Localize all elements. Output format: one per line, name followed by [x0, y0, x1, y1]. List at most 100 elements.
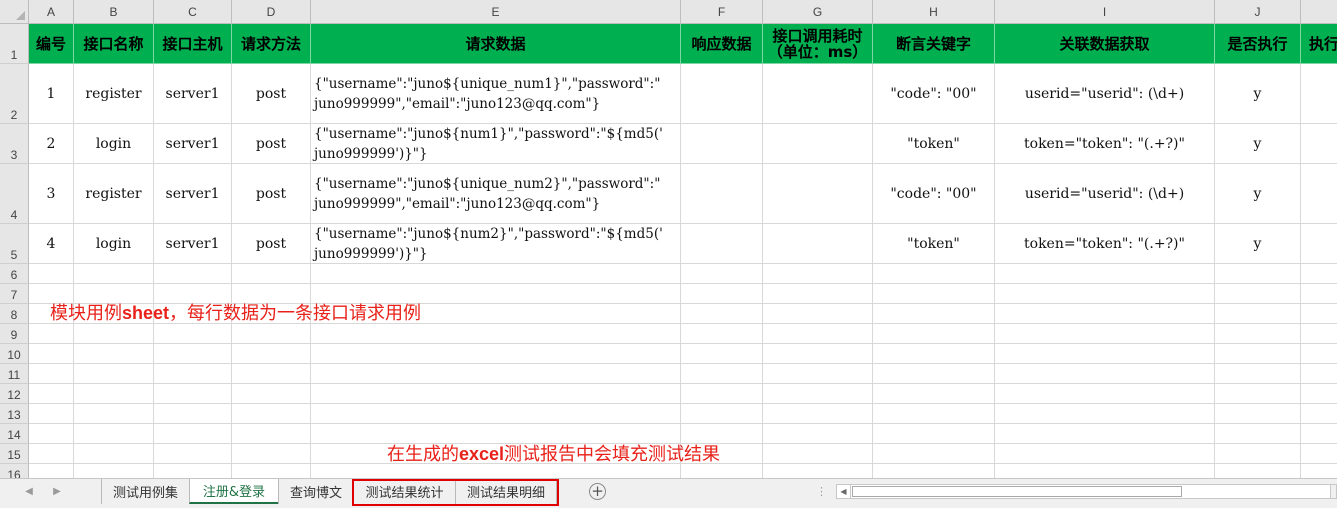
scroll-left-icon[interactable]: ◀	[837, 485, 851, 498]
vertical-dots-icon[interactable]: ⋮	[816, 485, 827, 498]
request-data-cell[interactable]: {"username":"juno${unique_num2}","passwo…	[311, 164, 681, 224]
empty-cell[interactable]	[873, 404, 995, 424]
sheet-tab-query-blog[interactable]: 查询博文	[278, 479, 353, 504]
scroll-right-icon[interactable]	[1330, 485, 1336, 498]
empty-cell[interactable]	[154, 444, 232, 464]
data-cell[interactable]	[681, 164, 763, 224]
empty-cell[interactable]	[311, 464, 681, 478]
empty-cell[interactable]	[763, 364, 873, 384]
data-cell[interactable]: "code": "00"	[873, 64, 995, 124]
row-header-16[interactable]: 16	[0, 464, 29, 478]
empty-cell[interactable]	[311, 404, 681, 424]
empty-cell[interactable]	[681, 284, 763, 304]
empty-cell[interactable]	[232, 464, 311, 478]
data-cell[interactable]: server1	[154, 64, 232, 124]
empty-cell[interactable]	[1301, 404, 1337, 424]
empty-cell[interactable]	[1301, 424, 1337, 444]
empty-cell[interactable]	[995, 264, 1215, 284]
empty-cell[interactable]	[1301, 324, 1337, 344]
column-header-k[interactable]	[1301, 0, 1337, 24]
header-cell-api-name[interactable]: 接口名称	[74, 24, 154, 64]
empty-cell[interactable]	[74, 324, 154, 344]
empty-cell[interactable]	[1301, 344, 1337, 364]
empty-cell[interactable]	[681, 364, 763, 384]
empty-cell[interactable]	[311, 324, 681, 344]
column-header-j[interactable]: J	[1215, 0, 1301, 24]
empty-cell[interactable]	[995, 404, 1215, 424]
data-cell[interactable]: login	[74, 124, 154, 164]
empty-cell[interactable]	[995, 344, 1215, 364]
empty-cell[interactable]	[763, 384, 873, 404]
row-header-4[interactable]: 4	[0, 164, 29, 224]
empty-cell[interactable]	[311, 364, 681, 384]
chevron-left-icon[interactable]: ◀	[22, 485, 36, 499]
empty-cell[interactable]	[1215, 404, 1301, 424]
empty-cell[interactable]	[29, 404, 74, 424]
sheet-tab-test-suite[interactable]: 测试用例集	[101, 479, 189, 504]
empty-cell[interactable]	[763, 344, 873, 364]
empty-cell[interactable]	[763, 464, 873, 478]
header-cell-assert-keyword[interactable]: 断言关键字	[873, 24, 995, 64]
row-header-3[interactable]: 3	[0, 124, 29, 164]
empty-cell[interactable]	[74, 464, 154, 478]
data-cell[interactable]	[763, 124, 873, 164]
data-cell[interactable]: y	[1215, 64, 1301, 124]
data-cell[interactable]: login	[74, 224, 154, 264]
column-header-b[interactable]: B	[74, 0, 154, 24]
empty-cell[interactable]	[1301, 264, 1337, 284]
data-cell[interactable]: register	[74, 64, 154, 124]
empty-cell[interactable]	[873, 324, 995, 344]
empty-cell[interactable]	[681, 264, 763, 284]
empty-cell[interactable]	[763, 404, 873, 424]
empty-cell[interactable]	[232, 424, 311, 444]
empty-cell[interactable]	[1215, 384, 1301, 404]
data-cell[interactable]: "token"	[873, 124, 995, 164]
empty-cell[interactable]	[154, 264, 232, 284]
data-cell[interactable]: token="token": "(.+?)"	[995, 224, 1215, 264]
empty-cell[interactable]	[311, 264, 681, 284]
empty-cell[interactable]	[995, 464, 1215, 478]
empty-cell[interactable]	[1215, 424, 1301, 444]
data-cell[interactable]: server1	[154, 224, 232, 264]
empty-cell[interactable]	[995, 364, 1215, 384]
data-cell[interactable]: "token"	[873, 224, 995, 264]
empty-cell[interactable]	[1215, 284, 1301, 304]
empty-cell[interactable]	[154, 404, 232, 424]
request-data-cell[interactable]: {"username":"juno${unique_num1}","passwo…	[311, 64, 681, 124]
empty-cell[interactable]	[1301, 384, 1337, 404]
row-header-10[interactable]: 10	[0, 344, 29, 364]
data-cell[interactable]: 2	[29, 124, 74, 164]
empty-cell[interactable]	[29, 424, 74, 444]
row-header-7[interactable]: 7	[0, 284, 29, 304]
data-cell[interactable]	[763, 224, 873, 264]
empty-cell[interactable]	[681, 464, 763, 478]
select-all-corner[interactable]	[0, 0, 29, 24]
empty-cell[interactable]	[873, 464, 995, 478]
empty-cell[interactable]	[681, 304, 763, 324]
request-data-cell[interactable]: {"username":"juno${num1}","password":"${…	[311, 124, 681, 164]
header-cell-execute-flag[interactable]: 是否执行	[1215, 24, 1301, 64]
empty-cell[interactable]	[995, 424, 1215, 444]
empty-cell[interactable]	[74, 364, 154, 384]
data-cell[interactable]: server1	[154, 164, 232, 224]
header-cell-execute-result[interactable]: 执行	[1301, 24, 1337, 64]
empty-cell[interactable]	[74, 444, 154, 464]
data-cell[interactable]	[763, 64, 873, 124]
row-header-5[interactable]: 5	[0, 224, 29, 264]
data-cell[interactable]: post	[232, 224, 311, 264]
empty-cell[interactable]	[1215, 464, 1301, 478]
data-cell[interactable]	[763, 164, 873, 224]
row-header-12[interactable]: 12	[0, 384, 29, 404]
empty-cell[interactable]	[232, 404, 311, 424]
data-cell[interactable]: y	[1215, 124, 1301, 164]
empty-cell[interactable]	[763, 444, 873, 464]
empty-cell[interactable]	[1301, 444, 1337, 464]
plus-circle-icon[interactable]: +	[589, 483, 606, 500]
empty-cell[interactable]	[29, 324, 74, 344]
empty-cell[interactable]	[681, 344, 763, 364]
empty-cell[interactable]	[154, 424, 232, 444]
row-header-1[interactable]: 1	[0, 24, 29, 64]
empty-cell[interactable]	[154, 364, 232, 384]
empty-cell[interactable]	[873, 344, 995, 364]
empty-cell[interactable]	[995, 304, 1215, 324]
